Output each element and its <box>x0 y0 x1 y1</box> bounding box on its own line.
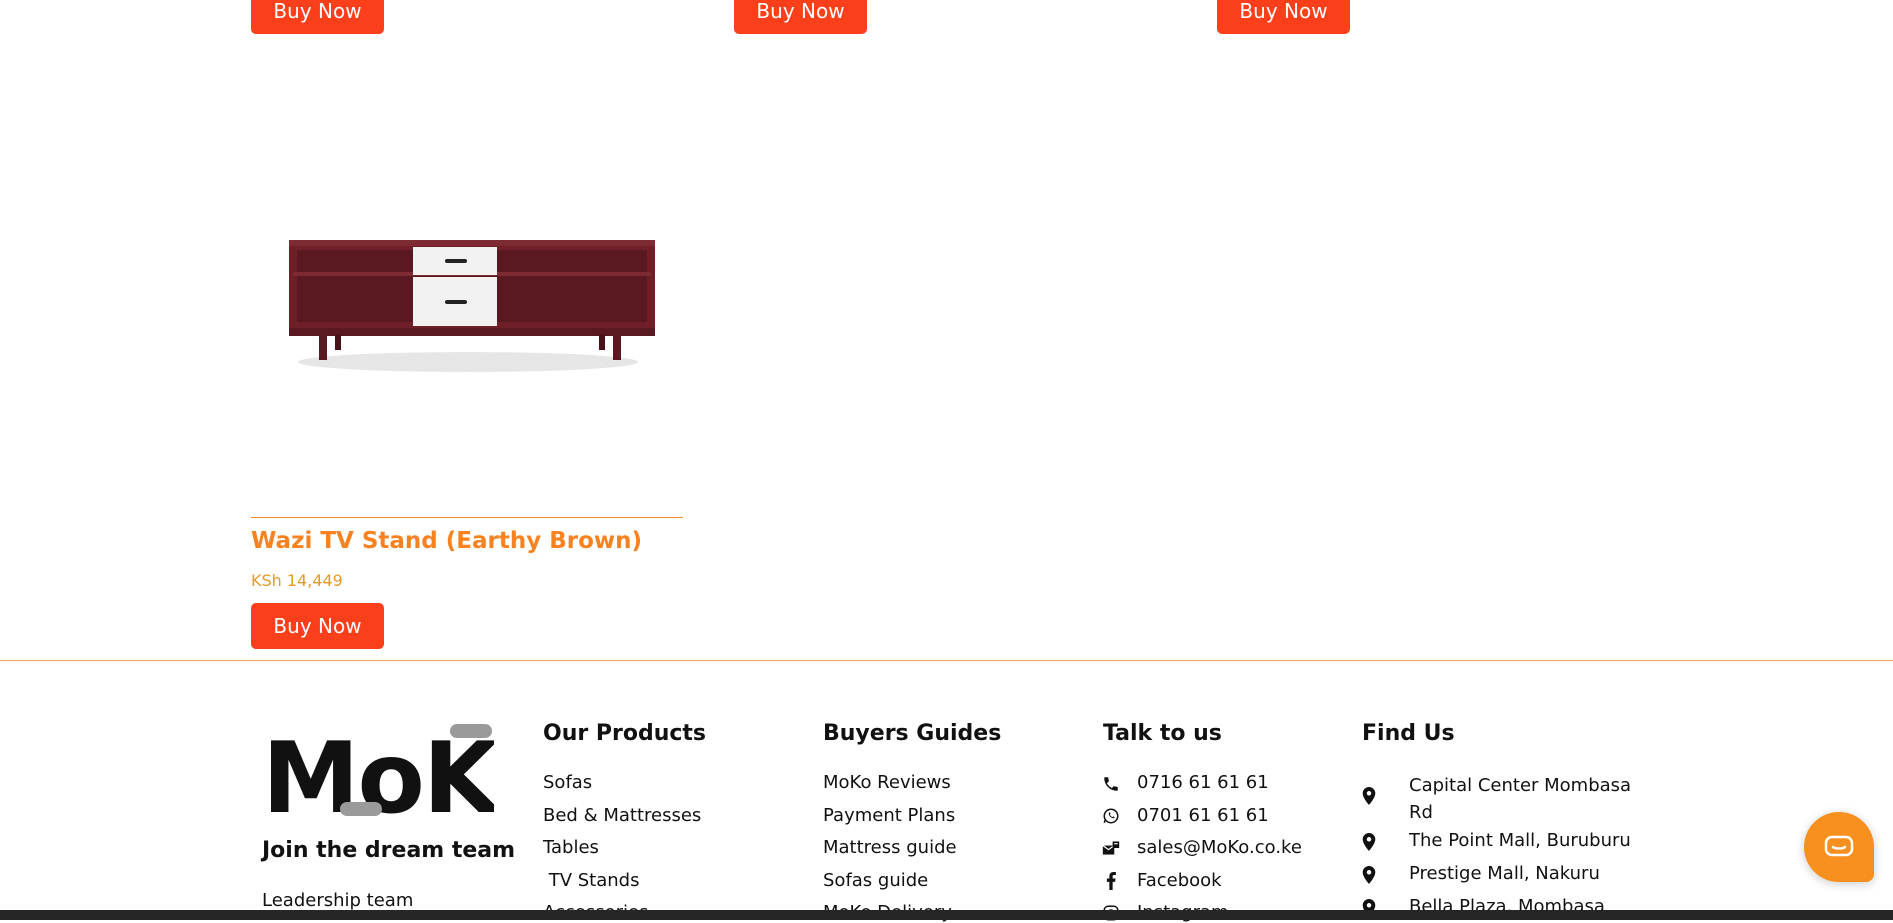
talk-to-us-heading: Talk to us <box>1103 721 1222 746</box>
footer-link-moko-reviews[interactable]: MoKo Reviews <box>823 772 951 793</box>
footer-link-sofas-guide[interactable]: Sofas guide <box>823 870 928 891</box>
product-divider <box>251 517 683 518</box>
location-capital-center[interactable]: Capital Center Mombasa Rd <box>1409 772 1644 826</box>
product-price: KSh 14,449 <box>251 571 343 590</box>
our-products-heading: Our Products <box>543 721 707 746</box>
buy-now-button[interactable]: Buy Now <box>251 603 384 649</box>
whatsapp-number-link[interactable]: 0701 61 61 61 <box>1137 805 1269 826</box>
location-prestige-mall[interactable]: Prestige Mall, Nakuru <box>1409 863 1600 884</box>
chat-icon <box>1824 835 1854 857</box>
footer-link-tv-stands[interactable]: TV Stands <box>543 870 640 891</box>
email-icon <box>1101 838 1121 858</box>
facebook-link[interactable]: Facebook <box>1137 870 1222 891</box>
footer-link-tables[interactable]: Tables <box>543 837 599 858</box>
buyers-guides-heading: Buyers Guides <box>823 721 1002 746</box>
buy-now-button-3[interactable]: Buy Now <box>1217 0 1350 34</box>
location-pin-icon <box>1359 832 1379 852</box>
footer-divider <box>0 660 1893 661</box>
product-title[interactable]: Wazi TV Stand (Earthy Brown) <box>251 528 642 554</box>
facebook-icon <box>1101 871 1121 891</box>
email-link[interactable]: sales@MoKo.co.ke <box>1137 837 1302 858</box>
location-pin-icon <box>1359 786 1379 806</box>
leadership-team-link[interactable]: Leadership team <box>262 890 413 911</box>
whatsapp-icon <box>1101 806 1121 826</box>
phone-icon <box>1101 774 1121 794</box>
footer-link-bed-mattresses[interactable]: Bed & Mattresses <box>543 805 701 826</box>
footer-link-sofas[interactable]: Sofas <box>543 772 592 793</box>
find-us-heading: Find Us <box>1362 721 1455 746</box>
buy-now-button-2[interactable]: Buy Now <box>734 0 867 34</box>
tv-stand-image[interactable] <box>283 230 668 390</box>
footer-link-mattress-guide[interactable]: Mattress guide <box>823 837 957 858</box>
location-the-point-mall[interactable]: The Point Mall, Buruburu <box>1409 830 1631 851</box>
footer-link-payment-plans[interactable]: Payment Plans <box>823 805 955 826</box>
buy-now-button-1[interactable]: Buy Now <box>251 0 384 34</box>
taskbar <box>0 910 1893 920</box>
join-dream-team-link[interactable]: Join the dream team <box>262 838 515 863</box>
location-pin-icon <box>1359 865 1379 885</box>
chat-widget-button[interactable] <box>1804 812 1874 882</box>
moko-logo[interactable]: MoKo <box>262 722 494 818</box>
phone-number-link[interactable]: 0716 61 61 61 <box>1137 772 1269 793</box>
